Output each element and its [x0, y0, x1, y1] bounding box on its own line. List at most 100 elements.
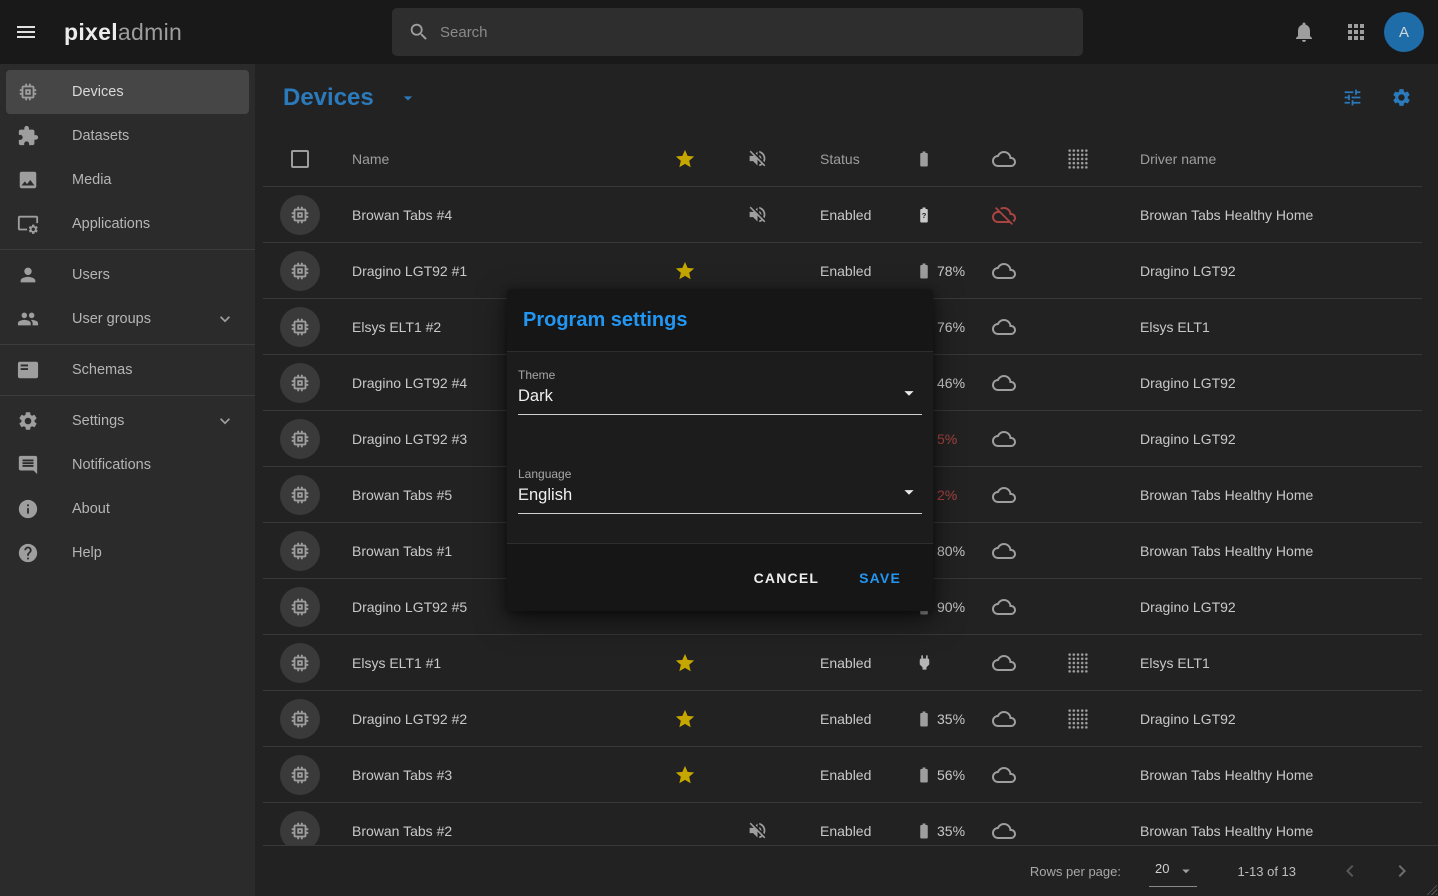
sidebar-divider [0, 249, 255, 250]
chevron-down-icon [215, 411, 235, 431]
battery-cell: 56% [908, 766, 977, 784]
language-select[interactable]: Language English [518, 467, 922, 514]
sidebar-item-label: Devices [72, 84, 124, 100]
grain-icon [1068, 709, 1088, 729]
cancel-button[interactable]: CANCEL [746, 562, 828, 594]
rows-per-page-value: 20 [1155, 861, 1169, 876]
device-avatar [280, 531, 320, 571]
sidebar-item-users[interactable]: Users [6, 253, 249, 297]
table-row[interactable]: Browan Tabs #4 Enabled [263, 187, 1422, 243]
chip-icon [289, 484, 311, 506]
search-input[interactable] [440, 24, 1071, 41]
select-all-checkbox[interactable] [291, 150, 309, 168]
cloud-icon [992, 707, 1016, 731]
chip-icon [17, 81, 39, 103]
cloud-icon [992, 819, 1016, 843]
battery-icon [915, 262, 933, 280]
caret-down-icon [898, 382, 920, 404]
device-avatar [280, 811, 320, 846]
table-row[interactable]: Browan Tabs #3 Enabled 56% [263, 747, 1422, 803]
sidebar-divider [0, 395, 255, 396]
chevron-down-icon [215, 309, 235, 329]
header-name[interactable]: Name [337, 151, 651, 167]
table-row[interactable]: Browan Tabs #2 Enabled 35% [263, 803, 1422, 845]
chip-icon [289, 596, 311, 618]
schema-card-icon [17, 359, 39, 381]
chip-icon [289, 708, 311, 730]
battery-icon [915, 710, 933, 728]
volume-off-icon [747, 148, 768, 169]
power-plug-icon [915, 653, 934, 672]
page-title-caret-icon[interactable] [398, 88, 418, 108]
cloud-icon [992, 147, 1016, 171]
table-row[interactable]: Elsys ELT1 #1 Enabled [263, 635, 1422, 691]
device-name: Elsys ELT1 #1 [337, 655, 651, 671]
chip-icon [289, 764, 311, 786]
filter-tune-button[interactable] [1342, 87, 1363, 108]
comment-icon [17, 454, 39, 476]
volume-off-icon [747, 820, 768, 841]
sidebar-item-devices[interactable]: Devices [6, 70, 249, 114]
battery-percent: 78% [937, 263, 965, 279]
battery-percent: 5% [937, 431, 957, 447]
rows-per-page-select[interactable]: 20 [1149, 855, 1197, 887]
sidebar-item-media[interactable]: Media [6, 158, 249, 202]
hamburger-menu-button[interactable] [14, 20, 38, 44]
header-connectivity[interactable] [992, 147, 1016, 171]
apps-grid-button[interactable] [1344, 20, 1368, 44]
notifications-bell-button[interactable] [1292, 20, 1316, 44]
grain-icon [1068, 149, 1088, 169]
sidebar-item-label: Media [72, 172, 112, 188]
device-status: Enabled [795, 711, 908, 727]
tune-icon [1342, 87, 1363, 108]
next-page-chevron[interactable] [1390, 859, 1414, 883]
driver-name: Browan Tabs Healthy Home [1125, 543, 1422, 559]
device-avatar [280, 363, 320, 403]
sidebar-item-schemas[interactable]: Schemas [6, 348, 249, 392]
topbar: pixeladmin A [0, 0, 1438, 64]
header-sensors[interactable] [1068, 149, 1088, 169]
gear-icon [17, 410, 39, 432]
star-icon [674, 652, 696, 674]
device-avatar [280, 643, 320, 683]
language-label: Language [518, 467, 922, 481]
battery-percent: 35% [937, 823, 965, 839]
sidebar-item-user-groups[interactable]: User groups [6, 297, 249, 341]
user-avatar[interactable]: A [1384, 12, 1424, 52]
pagination-range: 1-13 of 13 [1237, 864, 1296, 879]
device-status: Enabled [795, 655, 908, 671]
page-title: Devices [283, 84, 374, 112]
header-driver[interactable]: Driver name [1125, 151, 1422, 167]
pagination-bar: Rows per page: 20 1-13 of 13 [263, 845, 1438, 896]
gear-icon [1391, 87, 1412, 108]
header-status[interactable]: Status [795, 151, 908, 167]
sidebar-item-about[interactable]: About [6, 487, 249, 531]
table-settings-button[interactable] [1391, 87, 1412, 108]
save-button[interactable]: SAVE [851, 562, 909, 594]
header-favorite[interactable] [674, 148, 696, 170]
table-row[interactable]: Dragino LGT92 #2 Enabled 35% [263, 691, 1422, 747]
logo-light: admin [118, 19, 182, 45]
sidebar-item-notifications[interactable]: Notifications [6, 443, 249, 487]
sidebar-item-label: Datasets [72, 128, 129, 144]
battery-icon [915, 766, 933, 784]
sidebar-item-applications[interactable]: Applications [6, 202, 249, 246]
driver-name: Dragino LGT92 [1125, 711, 1422, 727]
sidebar-item-settings[interactable]: Settings [6, 399, 249, 443]
sidebar-item-datasets[interactable]: Datasets [6, 114, 249, 158]
header-battery[interactable] [908, 150, 977, 168]
device-name: Dragino LGT92 #1 [337, 263, 651, 279]
sidebar-item-help[interactable]: Help [6, 531, 249, 575]
previous-page-chevron[interactable] [1338, 859, 1362, 883]
logo-bold: pixel [64, 19, 118, 45]
people-icon [17, 308, 39, 330]
cloud-icon [992, 651, 1016, 675]
cloud-icon [992, 763, 1016, 787]
cloud-icon [992, 595, 1016, 619]
sidebar-item-label: Help [72, 545, 102, 561]
battery-percent: 76% [937, 319, 965, 335]
star-icon [674, 764, 696, 786]
bell-icon [1292, 20, 1316, 44]
theme-select[interactable]: Theme Dark [518, 368, 922, 415]
header-muted[interactable] [747, 148, 768, 169]
